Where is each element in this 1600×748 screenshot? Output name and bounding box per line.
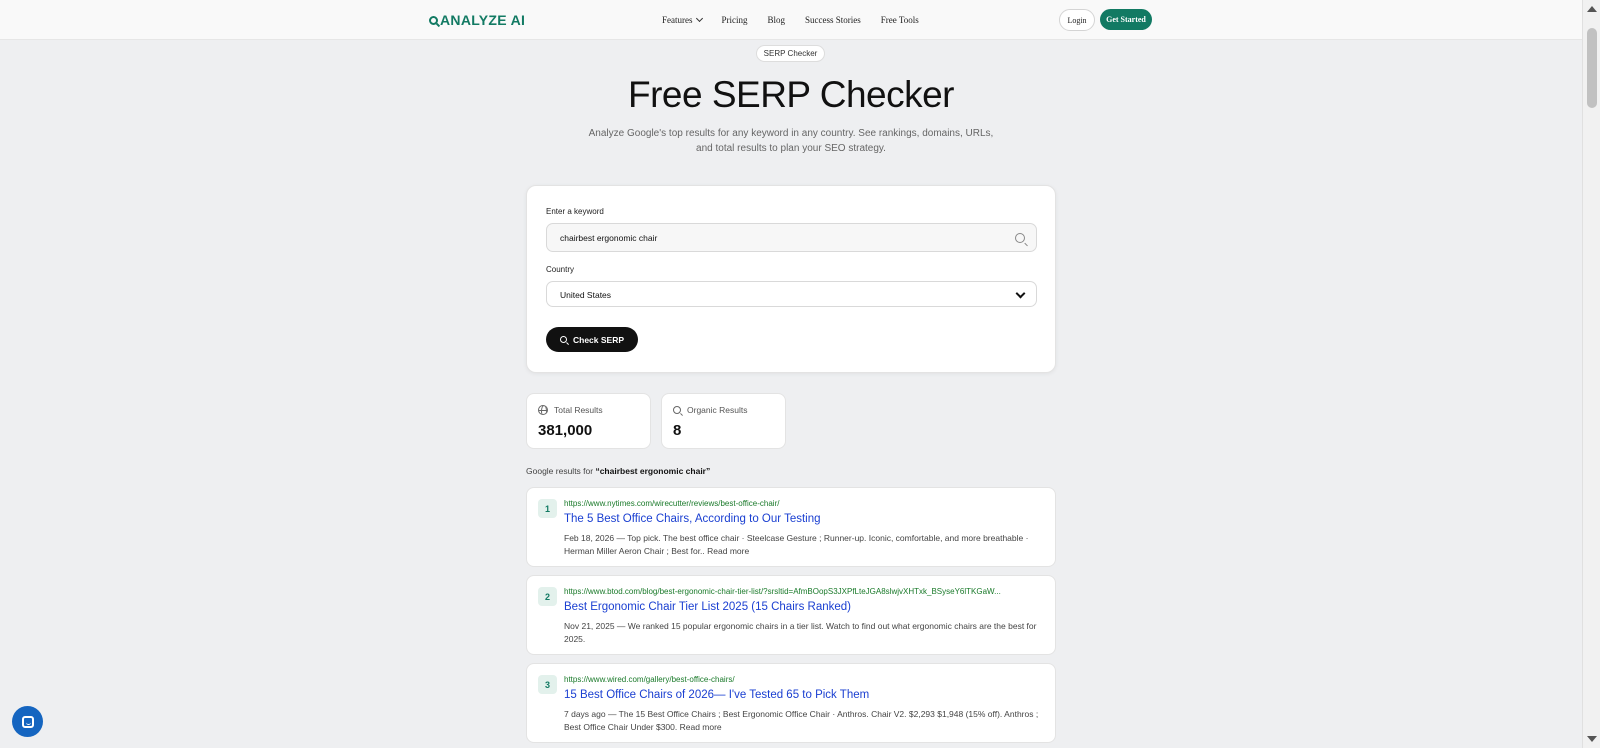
search-icon (1015, 233, 1025, 243)
globe-icon (538, 405, 548, 415)
keyword-input[interactable]: chairbest ergonomic chair (546, 223, 1037, 252)
result-title-link[interactable]: Best Ergonomic Chair Tier List 2025 (15 … (564, 601, 851, 613)
result-url[interactable]: https://www.btod.com/blog/best-ergonomic… (564, 587, 1042, 596)
result-title-link[interactable]: 15 Best Office Chairs of 2026— I've Test… (564, 689, 869, 701)
get-started-button[interactable]: Get Started (1100, 9, 1152, 30)
scroll-up-arrow-icon[interactable] (1587, 6, 1597, 12)
login-button[interactable]: Login (1059, 9, 1095, 31)
result-rank: 1 (538, 499, 557, 518)
chat-icon (21, 715, 34, 728)
total-results-card: Total Results 381,000 (526, 393, 651, 449)
search-icon (673, 406, 681, 414)
top-navbar: ANALYZE AI Features Pricing Blog Success… (0, 0, 1582, 40)
nav-link-features[interactable]: Features (662, 14, 703, 25)
nav-link-pricing[interactable]: Pricing (722, 15, 748, 25)
logo-text: ANALYZE AI (440, 12, 526, 28)
total-results-value: 381,000 (538, 422, 593, 439)
logo[interactable]: ANALYZE AI (429, 12, 525, 28)
result-snippet: 7 days ago — The 15 Best Office Chairs ;… (564, 709, 1039, 732)
result-url[interactable]: https://www.nytimes.com/wirecutter/revie… (564, 499, 1042, 508)
page-title: Free SERP Checker (628, 74, 955, 115)
nav-link-blog[interactable]: Blog (768, 15, 786, 25)
serp-form-card: Enter a keyword chairbest ergonomic chai… (526, 185, 1056, 373)
check-serp-label: Check SERP (572, 334, 625, 345)
keyword-value: chairbest ergonomic chair (560, 233, 658, 243)
result-card: 1 https://www.nytimes.com/wirecutter/rev… (526, 487, 1056, 567)
result-url[interactable]: https://www.wired.com/gallery/best-offic… (564, 675, 1042, 684)
result-title-link[interactable]: The 5 Best Office Chairs, According to O… (564, 513, 821, 525)
result-snippet: Feb 18, 2026 — Top pick. The best office… (564, 533, 1029, 556)
nav-links: Features Pricing Blog Success Stories Fr… (662, 14, 919, 25)
nav-link-success-stories[interactable]: Success Stories (805, 15, 861, 25)
nav-link-label: Features (662, 15, 693, 25)
result-card: 3 https://www.wired.com/gallery/best-off… (526, 663, 1056, 743)
chevron-down-icon (1015, 288, 1026, 299)
result-snippet: Nov 21, 2025 — We ranked 15 popular ergo… (564, 621, 1037, 644)
logo-icon (429, 15, 438, 25)
organic-results-head: Organic Results (673, 405, 747, 415)
total-results-label: Total Results (554, 405, 603, 415)
chat-launcher-button[interactable] (12, 706, 43, 737)
country-label: Country (546, 265, 575, 274)
page-subtitle: Analyze Google's top results for any key… (588, 128, 994, 154)
organic-results-card: Organic Results 8 (661, 393, 786, 449)
results-heading: Google results for “chairbest ergonomic … (526, 466, 710, 476)
result-rank: 2 (538, 587, 557, 606)
result-rank: 3 (538, 675, 557, 694)
scroll-down-arrow-icon[interactable] (1587, 736, 1597, 742)
search-icon (559, 336, 567, 343)
results-heading-query: “chairbest ergonomic chair” (595, 466, 711, 476)
page-scrollbar[interactable] (1582, 0, 1600, 748)
keyword-label: Enter a keyword (546, 207, 604, 216)
country-value: United States (560, 290, 612, 300)
organic-results-label: Organic Results (687, 405, 748, 415)
country-select[interactable]: United States (546, 281, 1037, 307)
result-card: 2 https://www.btod.com/blog/best-ergonom… (526, 575, 1056, 655)
total-results-head: Total Results (538, 405, 603, 415)
check-serp-button[interactable]: Check SERP (546, 327, 638, 352)
scrollbar-thumb[interactable] (1587, 28, 1597, 108)
chevron-down-icon (695, 14, 703, 23)
nav-link-free-tools[interactable]: Free Tools (881, 15, 919, 25)
results-heading-prefix: Google results for (526, 466, 596, 476)
organic-results-value: 8 (673, 422, 682, 439)
tool-badge: SERP Checker (756, 45, 825, 62)
